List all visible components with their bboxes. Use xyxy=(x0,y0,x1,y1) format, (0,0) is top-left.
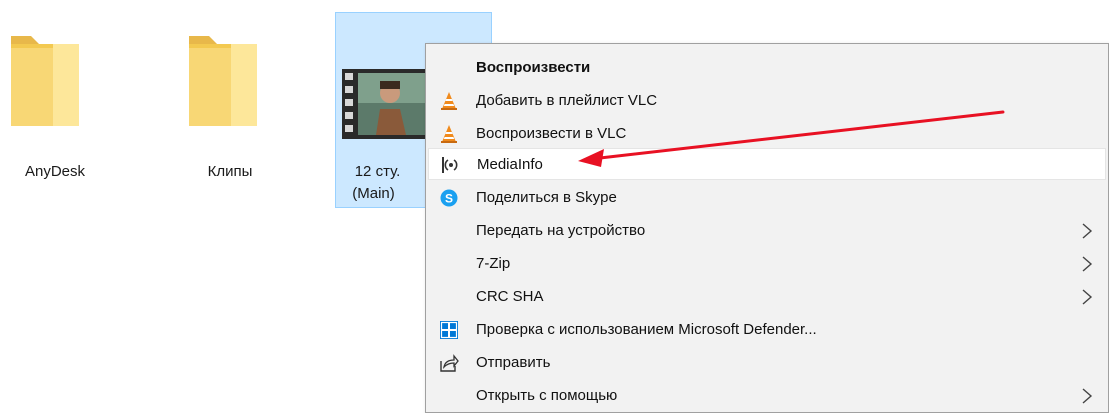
menu-item-label: Добавить в плейлист VLC xyxy=(476,92,658,109)
menu-item-label: Поделиться в Skype xyxy=(476,189,617,206)
context-menu: Воспроизвести Добавить в плейлист VLC Во… xyxy=(425,43,1109,413)
defender-shield-icon xyxy=(440,321,458,339)
chevron-right-icon xyxy=(1082,388,1093,404)
menu-item-share-skype[interactable]: S Поделиться в Skype xyxy=(428,182,1106,214)
folder-icon xyxy=(11,36,79,126)
menu-item-label: CRC SHA xyxy=(476,288,544,305)
desktop: AnyDesk Клипы 12 сту. (Main) Воспроизвес… xyxy=(0,0,1109,413)
folder-label: AnyDesk xyxy=(24,163,86,180)
menu-item-label: Передать на устройство xyxy=(476,222,646,239)
video-thumbnail-icon xyxy=(342,69,432,139)
folder-anydesk[interactable]: AnyDesk xyxy=(0,12,110,202)
menu-item-label: Воспроизвести в VLC xyxy=(476,125,627,142)
share-icon xyxy=(440,354,459,372)
menu-item-play-in-vlc[interactable]: Воспроизвести в VLC xyxy=(428,118,1106,150)
menu-item-play[interactable]: Воспроизвести xyxy=(428,52,1106,84)
mediainfo-icon xyxy=(442,157,458,173)
menu-item-label: MediaInfo xyxy=(477,156,543,173)
svg-text:S: S xyxy=(445,192,453,206)
menu-item-label: Открыть с помощью xyxy=(476,387,618,404)
menu-item-defender-scan[interactable]: Проверка с использованием Microsoft Defe… xyxy=(428,314,1106,346)
skype-icon: S xyxy=(440,189,458,207)
folder-label: Клипы xyxy=(207,163,253,180)
chevron-right-icon xyxy=(1082,256,1093,272)
menu-item-7zip[interactable]: 7-Zip xyxy=(428,248,1106,280)
menu-item-mediainfo[interactable]: MediaInfo xyxy=(428,148,1106,180)
folder-icon xyxy=(189,36,257,126)
menu-item-label: Воспроизвести xyxy=(476,59,591,76)
menu-item-crc-sha[interactable]: CRC SHA xyxy=(428,281,1106,313)
menu-item-send[interactable]: Отправить xyxy=(428,347,1106,379)
chevron-right-icon xyxy=(1082,223,1093,239)
menu-item-label: Проверка с использованием Microsoft Defe… xyxy=(476,321,817,338)
menu-item-label: Отправить xyxy=(476,354,551,371)
vlc-cone-icon xyxy=(441,92,457,110)
chevron-right-icon xyxy=(1082,289,1093,305)
vlc-cone-icon xyxy=(441,125,457,143)
menu-item-add-to-vlc-playlist[interactable]: Добавить в плейлист VLC xyxy=(428,85,1106,117)
menu-item-label: 7-Zip xyxy=(476,255,511,272)
menu-item-cast-to-device[interactable]: Передать на устройство xyxy=(428,215,1106,247)
folder-clips[interactable]: Клипы xyxy=(175,12,305,202)
menu-item-open-with[interactable]: Открыть с помощью xyxy=(428,380,1106,412)
